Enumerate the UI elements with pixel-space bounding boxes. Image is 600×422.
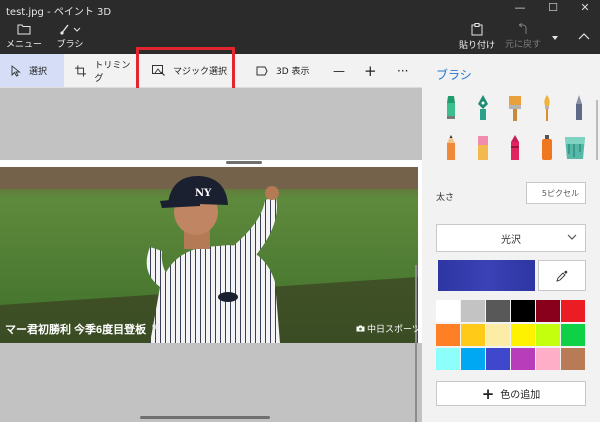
palette-swatch[interactable] — [461, 324, 485, 346]
more-options-button[interactable]: ··· — [397, 54, 413, 87]
calligraphy-pen-icon[interactable] — [472, 94, 494, 122]
add-color-button[interactable]: + 色の追加 — [436, 381, 586, 406]
undo-label: 元に戻す — [504, 40, 541, 50]
size-label: 太さ — [436, 193, 455, 203]
minimize-icon[interactable]: — — [505, 1, 535, 17]
palette-swatch[interactable] — [461, 300, 485, 322]
canvas-horizontal-scrollbar[interactable] — [140, 416, 270, 419]
crayon-icon[interactable] — [504, 134, 526, 162]
paste-button[interactable]: 貼り付け — [459, 20, 495, 54]
magic-select-highlight-box — [136, 47, 235, 94]
close-icon[interactable]: ✕ — [570, 1, 600, 17]
photo-date: 9/ — [152, 323, 159, 332]
menu-button[interactable]: メニュー — [6, 20, 42, 54]
canvas-top-resize-handle[interactable] — [226, 161, 262, 164]
add-color-label: 色の追加 — [500, 390, 541, 401]
crop-label: トリミング — [94, 60, 131, 84]
select-label: 選択 — [29, 67, 48, 77]
chevron-down-icon — [567, 234, 577, 240]
photo-headline: マー君初勝利 今季6度目登板 — [5, 324, 147, 336]
zoom-out-icon: — — [333, 63, 345, 78]
brush-label: ブラシ — [56, 40, 84, 50]
zoom-out-button[interactable]: — — [333, 54, 347, 87]
photo-credit-text: 中日スポーツ — [367, 324, 421, 334]
watercolor-icon[interactable] — [536, 94, 558, 122]
zoom-in-icon: + — [364, 61, 377, 80]
zoom-in-button[interactable]: + — [364, 54, 378, 87]
palette-swatch[interactable] — [561, 348, 585, 370]
photo-credit: 中日スポーツ — [356, 322, 421, 335]
panel-scrollbar[interactable] — [596, 100, 598, 160]
undo-icon — [518, 23, 527, 34]
palette-swatch[interactable] — [536, 324, 560, 346]
palette-swatch[interactable] — [486, 324, 510, 346]
collapse-ribbon-button[interactable] — [574, 20, 594, 54]
current-color-swatch[interactable] — [438, 260, 535, 291]
plus-icon: + — [481, 384, 495, 403]
undo-dropdown[interactable] — [548, 20, 562, 54]
caret-down-icon — [552, 36, 558, 40]
camera-icon — [356, 325, 365, 332]
brush-button[interactable]: ブラシ — [52, 20, 88, 54]
palette-swatch[interactable] — [486, 300, 510, 322]
palette-swatch[interactable] — [511, 300, 535, 322]
title-bar: test.jpg - ペイント 3D — ☐ ✕ — [0, 0, 600, 20]
pencil-icon[interactable] — [440, 134, 462, 162]
palette-swatch[interactable] — [511, 324, 535, 346]
oil-brush-icon[interactable] — [504, 94, 526, 122]
pixel-pen-icon[interactable] — [568, 94, 590, 122]
menu-label: メニュー — [6, 40, 43, 50]
eraser-icon[interactable] — [472, 134, 494, 162]
palette-swatch[interactable] — [436, 324, 460, 346]
palette-swatch[interactable] — [561, 300, 585, 322]
palette-swatch[interactable] — [436, 348, 460, 370]
eyedropper-icon — [556, 270, 568, 282]
crop-tool[interactable]: トリミング — [75, 54, 137, 87]
fill-icon[interactable] — [562, 134, 588, 162]
view-3d-label: 3D 表示 — [276, 67, 310, 77]
paste-label: 貼り付け — [459, 41, 496, 51]
folder-icon — [17, 24, 31, 35]
canvas-area[interactable]: NY — [0, 88, 422, 422]
clipboard-icon — [471, 23, 483, 36]
view-3d-tool[interactable]: 3D 表示 — [256, 54, 316, 87]
more-icon: ··· — [397, 63, 409, 78]
spray-can-icon[interactable] — [536, 134, 558, 162]
size-input[interactable]: 5ピクセル — [526, 182, 586, 204]
palette-swatch[interactable] — [461, 348, 485, 370]
canvas-vertical-scrollbar[interactable] — [415, 265, 417, 422]
marker-icon[interactable] — [440, 94, 462, 122]
brush-icon — [60, 24, 81, 35]
eyedropper-button[interactable] — [538, 260, 586, 291]
crop-icon — [75, 64, 87, 77]
view-3d-icon — [256, 66, 268, 75]
maximize-icon[interactable]: ☐ — [538, 1, 568, 17]
pointer-icon — [11, 64, 21, 77]
canvas-photo[interactable]: NY — [0, 167, 418, 343]
window-title: test.jpg - ペイント 3D — [6, 7, 112, 18]
svg-text:NY: NY — [195, 188, 212, 199]
palette-swatch[interactable] — [511, 348, 535, 370]
finish-value: 光沢 — [501, 234, 521, 246]
select-tool[interactable]: 選択 — [0, 54, 64, 87]
chevron-up-icon — [578, 33, 590, 40]
palette-swatch[interactable] — [436, 300, 460, 322]
panel-title: ブラシ — [436, 68, 472, 82]
pitcher-photo-image: NY — [0, 167, 418, 343]
palette-swatch[interactable] — [536, 300, 560, 322]
palette-swatch[interactable] — [486, 348, 510, 370]
undo-button[interactable]: 元に戻す — [503, 20, 543, 54]
finish-dropdown[interactable]: 光沢 — [436, 224, 586, 252]
brush-panel: ブラシ 太さ 5ピクセル 光沢 + 色の追加 — [422, 54, 600, 422]
palette-swatch[interactable] — [536, 348, 560, 370]
command-ribbon: メニュー ブラシ 貼り付け 元に戻す — [0, 20, 600, 54]
palette-swatch[interactable] — [561, 324, 585, 346]
